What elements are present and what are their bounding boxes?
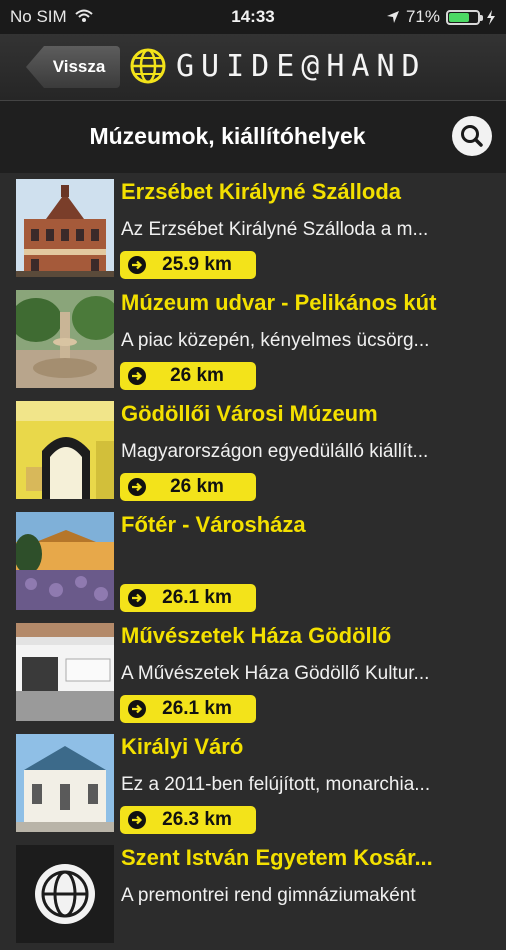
distance-badge: 26 km [120, 473, 256, 501]
townhall-photo [16, 512, 114, 610]
list-item[interactable]: Királyi Váró Ez a 2011-ben felújított, m… [0, 728, 506, 839]
placeholder-globe-icon [16, 845, 114, 943]
arrow-right-icon [128, 700, 146, 718]
item-description: A premontrei rend gimnáziumaként [121, 885, 416, 906]
distance-badge: 26.1 km [120, 695, 256, 723]
item-thumbnail [16, 623, 114, 721]
item-thumbnail [16, 845, 114, 943]
globe-hand-icon [130, 48, 166, 84]
status-bar: No SIM 14:33 71% [0, 0, 506, 34]
item-title: Szent István Egyetem Kosár... [121, 845, 433, 870]
arrow-right-icon [128, 811, 146, 829]
distance-value: 26.1 km [162, 698, 232, 719]
place-list: Erzsébet Királyné Szálloda Az Erzsébet K… [0, 173, 506, 950]
list-item[interactable]: Erzsébet Királyné Szálloda Az Erzsébet K… [0, 173, 506, 284]
location-arrow-icon [386, 11, 399, 23]
page-title: Múzeumok, kiállítóhelyek [89, 123, 366, 149]
distance-value: 26.1 km [162, 587, 232, 608]
item-description: A Művészetek Háza Gödöllő Kultur... [121, 663, 430, 684]
status-right: 71% [386, 7, 496, 27]
distance-value: 26 km [170, 365, 224, 386]
royal-waiting-room-photo [16, 734, 114, 832]
list-item[interactable]: Főtér - Városháza 26.1 km [0, 506, 506, 617]
item-description: A piac közepén, kényelmes ücsörg... [121, 330, 430, 351]
battery-icon [446, 9, 483, 25]
item-thumbnail [16, 512, 114, 610]
distance-badge: 25.9 km [120, 251, 256, 279]
item-description: Magyarországon egyedülálló kiállít... [121, 441, 429, 462]
distance-badge: 26.1 km [120, 584, 256, 612]
arrow-right-icon [128, 256, 146, 274]
battery-percent: 71% [405, 7, 440, 26]
title-bar: Múzeumok, kiállítóhelyek [0, 101, 506, 173]
app-logo: GUIDE@HAND [130, 48, 427, 84]
list-item[interactable]: Múzeum udvar - Pelikános kút A piac köze… [0, 284, 506, 395]
back-button[interactable]: Vissza [26, 46, 120, 88]
list-item[interactable]: Művészetek Háza Gödöllő A Művészetek Ház… [0, 617, 506, 728]
charging-icon [487, 9, 495, 25]
search-icon [461, 125, 483, 147]
distance-value: 26.3 km [162, 809, 232, 830]
arrow-right-icon [128, 589, 146, 607]
arrow-right-icon [128, 367, 146, 385]
item-title: Művészetek Háza Gödöllő [121, 623, 392, 648]
brand-name: GUIDE@HAND [176, 48, 427, 84]
fountain-photo [16, 290, 114, 388]
item-title: Erzsébet Királyné Szálloda [121, 179, 401, 204]
nav-bar: Vissza GUIDE@HAND [0, 34, 506, 101]
item-title: Gödöllői Városi Múzeum [121, 401, 378, 426]
arts-house-photo [16, 623, 114, 721]
list-item[interactable]: Gödöllői Városi Múzeum Magyarországon eg… [0, 395, 506, 506]
item-description: Az Erzsébet Királyné Szálloda a m... [121, 219, 429, 240]
hotel-photo [16, 179, 114, 277]
item-title: Múzeum udvar - Pelikános kút [121, 290, 437, 315]
search-button[interactable] [452, 116, 492, 156]
arrow-right-icon [128, 478, 146, 496]
battery-level [449, 12, 469, 22]
item-thumbnail [16, 179, 114, 277]
item-thumbnail [16, 290, 114, 388]
item-thumbnail [16, 401, 114, 499]
item-thumbnail [16, 734, 114, 832]
list-item[interactable]: Szent István Egyetem Kosár... A premontr… [0, 839, 506, 950]
museum-photo [16, 401, 114, 499]
distance-badge: 26.3 km [120, 806, 256, 834]
item-title: Főtér - Városháza [121, 512, 306, 537]
distance-value: 25.9 km [162, 254, 232, 275]
distance-value: 26 km [170, 476, 224, 497]
item-description: Ez a 2011-ben felújított, monarchia... [121, 774, 431, 795]
item-title: Királyi Váró [121, 734, 244, 759]
distance-badge: 26 km [120, 362, 256, 390]
